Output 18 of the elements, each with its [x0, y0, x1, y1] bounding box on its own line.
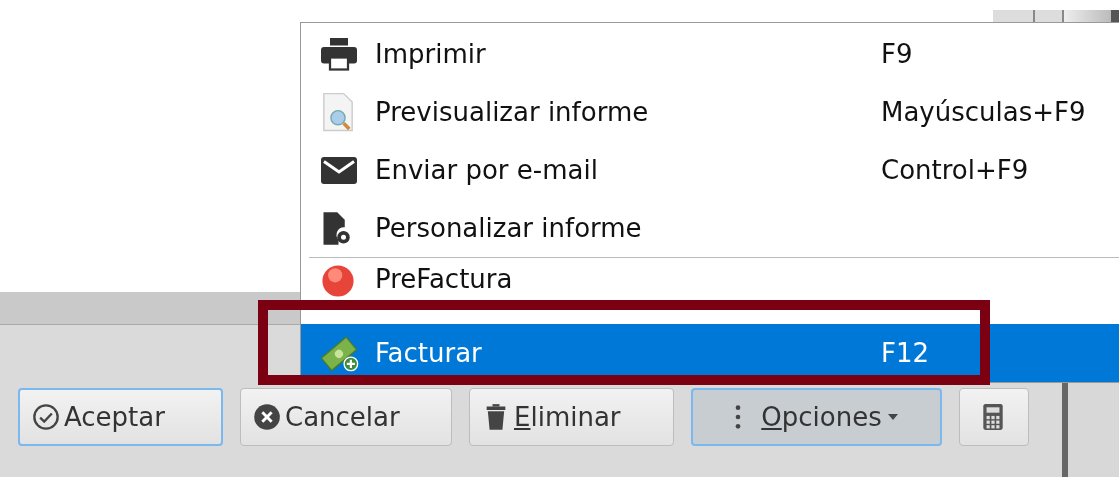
menu-item[interactable]: Personalizar informe — [301, 199, 1119, 257]
cancel-button[interactable]: Cancelar — [240, 388, 452, 446]
check-circle-icon — [32, 403, 60, 431]
delete-button[interactable]: Eliminar — [469, 388, 674, 446]
document-settings-icon — [321, 210, 351, 246]
menu-item[interactable]: Previsualizar informe Mayúsculas+F9 — [301, 83, 1119, 141]
ball-icon — [321, 264, 355, 298]
calculator-button[interactable] — [959, 388, 1029, 446]
document-preview-icon — [321, 92, 355, 132]
menu-item[interactable]: Enviar por e-mail Control+F9 — [301, 141, 1119, 199]
envelope-icon — [321, 156, 357, 184]
close-icon — [253, 403, 281, 431]
options-button[interactable]: Opciones — [691, 388, 942, 446]
menu-item[interactable]: PreFactura — [301, 258, 1119, 324]
accept-button[interactable]: Aceptar — [18, 388, 223, 446]
menu-item[interactable]: Facturar F12 — [301, 324, 1119, 382]
menu-item[interactable]: Imprimir F9 — [301, 25, 1119, 83]
printer-icon — [321, 37, 357, 71]
